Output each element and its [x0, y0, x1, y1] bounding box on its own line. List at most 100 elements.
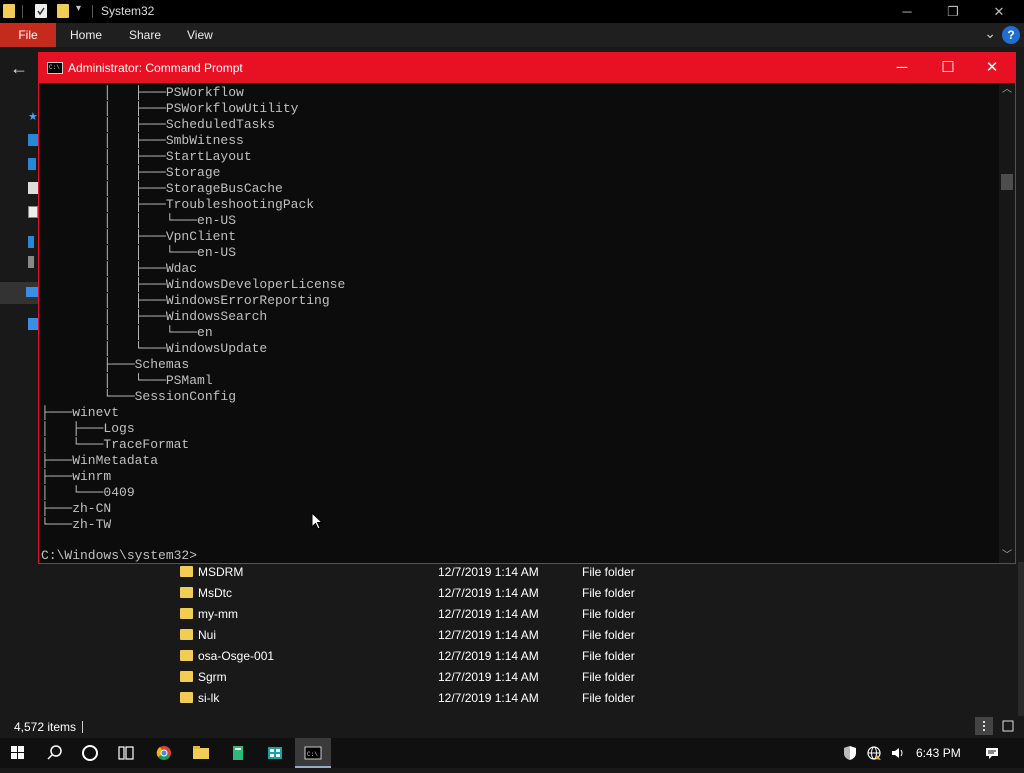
folder-icon: [180, 671, 193, 682]
clock-time[interactable]: 6:43 PM: [916, 746, 961, 760]
file-name: si-lk: [198, 691, 220, 705]
security-shield-icon[interactable]: [842, 745, 858, 761]
pictures-icon[interactable]: [28, 206, 38, 218]
list-item[interactable]: Sgrm 12/7/2019 1:14 AM File folder: [158, 667, 1018, 688]
window-title: Administrator: Command Prompt: [68, 61, 243, 75]
folder-icon: [180, 587, 193, 598]
file-type: File folder: [582, 670, 635, 684]
explorer-scrollbar[interactable]: [1018, 562, 1024, 716]
console-scrollbar[interactable]: ︿ ﹀: [999, 83, 1015, 563]
file-type: File folder: [582, 565, 635, 579]
file-name: Sgrm: [198, 670, 227, 684]
tab-home[interactable]: Home: [70, 23, 102, 47]
file-explorer-taskbar-button[interactable]: [183, 738, 219, 768]
large-icons-view-icon[interactable]: [999, 717, 1017, 735]
app-taskbar-button[interactable]: [220, 738, 256, 768]
cortana-button[interactable]: [72, 738, 108, 768]
taskbar: C:\ 6:43 PM: [0, 738, 1024, 768]
chrome-icon: [156, 746, 171, 760]
file-date: 12/7/2019 1:14 AM: [438, 691, 539, 705]
directory-tree-output: │ ├───PSWorkflow │ ├───PSWorkflowUtility…: [41, 85, 346, 532]
item-count: 4,572 items: [14, 720, 77, 734]
downloads-icon[interactable]: [28, 158, 36, 170]
windows-logo-icon: [11, 746, 24, 759]
properties-icon[interactable]: [35, 4, 47, 18]
close-icon[interactable]: ✕: [976, 2, 1022, 22]
file-name: MsDtc: [198, 586, 232, 600]
divider: [22, 5, 23, 18]
file-explorer-icon: [193, 746, 209, 759]
cmd-taskbar-button[interactable]: C:\: [295, 738, 331, 768]
svg-text:C:\: C:\: [307, 751, 318, 758]
command-prompt-line[interactable]: C:\Windows\system32>: [41, 548, 197, 563]
maximize-icon[interactable]: ❐: [930, 2, 976, 22]
desktop-icon[interactable]: [28, 134, 38, 146]
volume-icon[interactable]: [890, 745, 906, 761]
drive-icon[interactable]: [28, 256, 34, 268]
quick-access-star-icon[interactable]: ★: [28, 110, 38, 123]
chevron-down-icon[interactable]: ﹀: [999, 549, 1015, 563]
tab-view[interactable]: View: [187, 23, 213, 47]
file-date: 12/7/2019 1:14 AM: [438, 628, 539, 642]
chevron-up-icon[interactable]: ︿: [999, 83, 1015, 97]
command-prompt-icon[interactable]: C:\: [47, 62, 63, 74]
file-name: my-mm: [198, 607, 238, 621]
help-icon[interactable]: ?: [1002, 26, 1020, 44]
command-prompt-icon: C:\: [304, 746, 322, 760]
list-item[interactable]: MsDtc 12/7/2019 1:14 AM File folder: [158, 583, 1018, 604]
minimize-icon[interactable]: ─: [879, 53, 925, 83]
task-view-icon: [118, 746, 134, 760]
search-icon: [47, 745, 62, 760]
close-icon[interactable]: ✕: [969, 53, 1015, 83]
console-output[interactable]: │ ├───PSWorkflow │ ├───PSWorkflowUtility…: [39, 83, 999, 563]
chrome-taskbar-button[interactable]: [146, 738, 182, 768]
file-date: 12/7/2019 1:14 AM: [438, 670, 539, 684]
cmd-titlebar[interactable]: C:\ Administrator: Command Prompt ─ ☐ ✕: [39, 53, 1015, 83]
divider: [92, 5, 93, 18]
new-folder-icon[interactable]: [57, 4, 69, 18]
file-name: MSDRM: [198, 565, 244, 579]
action-center-icon[interactable]: [984, 745, 1000, 761]
folder-icon: [180, 629, 193, 640]
network-app-icon: [268, 747, 282, 759]
file-type: File folder: [582, 691, 635, 705]
file-date: 12/7/2019 1:14 AM: [438, 607, 539, 621]
command-prompt-window[interactable]: C:\ Administrator: Command Prompt ─ ☐ ✕ …: [38, 52, 1016, 564]
mouse-cursor-icon: [311, 511, 324, 530]
list-item[interactable]: si-lk 12/7/2019 1:14 AM File folder: [158, 688, 1018, 709]
file-type: File folder: [582, 607, 635, 621]
scrollbar-thumb[interactable]: [1001, 174, 1013, 190]
file-list: MSDRM 12/7/2019 1:14 AM File folder MsDt…: [158, 562, 1018, 716]
this-pc-icon: [26, 287, 38, 297]
details-view-icon[interactable]: [975, 717, 993, 735]
back-arrow-icon[interactable]: ←: [10, 58, 28, 79]
task-view-button[interactable]: [108, 738, 144, 768]
divider: [82, 721, 83, 733]
minimize-icon[interactable]: ─: [884, 2, 930, 22]
tab-share[interactable]: Share: [129, 23, 161, 47]
file-name: Nui: [198, 628, 217, 642]
start-button[interactable]: [0, 738, 36, 768]
list-item[interactable]: Nui 12/7/2019 1:14 AM File folder: [158, 625, 1018, 646]
nav-item-this-pc[interactable]: [0, 282, 38, 304]
ribbon-tabs: File Home Share View ⌄ ?: [0, 23, 1024, 47]
tab-file[interactable]: File: [0, 23, 56, 47]
network-globe-icon[interactable]: [866, 745, 882, 761]
file-name: osa-Osge-001: [198, 649, 275, 663]
file-type: File folder: [582, 628, 635, 642]
network-app-taskbar-button[interactable]: [257, 738, 293, 768]
search-button[interactable]: [36, 738, 72, 768]
folder-icon: [180, 566, 193, 577]
folder-icon: [180, 608, 193, 619]
list-item[interactable]: my-mm 12/7/2019 1:14 AM File folder: [158, 604, 1018, 625]
status-bar: 4,572 items: [0, 716, 1024, 738]
list-item[interactable]: osa-Osge-001 12/7/2019 1:14 AM File fold…: [158, 646, 1018, 667]
maximize-icon[interactable]: ☐: [925, 53, 971, 83]
window-title: System32: [101, 4, 155, 18]
list-item[interactable]: MSDRM 12/7/2019 1:14 AM File folder: [158, 562, 1018, 583]
documents-icon[interactable]: [28, 182, 38, 194]
folder-blue-icon[interactable]: [28, 236, 34, 248]
cortana-circle-icon: [82, 745, 98, 761]
customize-quick-access-icon[interactable]: ▾: [76, 3, 81, 14]
expand-ribbon-icon[interactable]: ⌄: [984, 25, 996, 42]
